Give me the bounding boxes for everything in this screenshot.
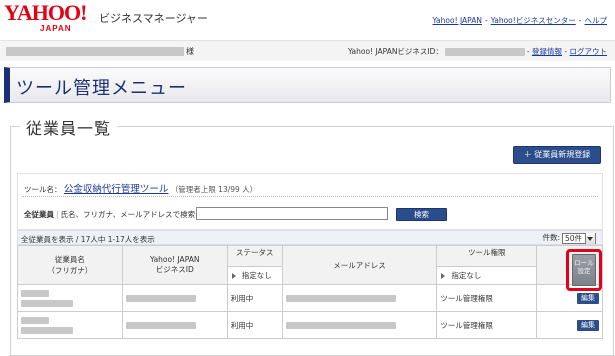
status-cell: 利用中 <box>226 284 283 312</box>
yahoo-japan-link[interactable]: Yahoo! JAPAN <box>433 16 482 25</box>
business-id-redacted <box>444 48 525 56</box>
permission-filter[interactable]: 指定なし <box>437 266 537 284</box>
business-id-redacted <box>121 311 228 339</box>
app-name: ビジネスマネージャー <box>99 12 208 25</box>
tool-search-box: ツール名： 公金収納代行管理ツール （管理者上限 13/99 人） 全従業員 | 氏… <box>17 173 603 230</box>
permission-cell: ツール管理権限 <box>436 284 538 312</box>
search-hint: 氏名、フリガナ、メールアドレスで検索 <box>60 210 196 219</box>
table-row: 利用中 ツール管理権限 編集 <box>17 284 603 312</box>
employee-name-redacted <box>17 311 123 339</box>
col-name: 従業員名 （フリガナ） <box>17 245 123 285</box>
triangle-right-icon <box>441 272 446 279</box>
add-employee-button[interactable]: ＋ 従業員新規登録 <box>513 146 601 164</box>
employee-table: 従業員名 （フリガナ） Yahoo! JAPAN ビジネスID ステータス 指定なし … <box>17 245 603 339</box>
employee-name-redacted <box>17 284 123 312</box>
search-input[interactable] <box>196 207 388 220</box>
per-page-select[interactable]: 50件 <box>562 232 596 244</box>
per-page-control: 件数: 50件 <box>542 232 596 244</box>
permission-cell: ツール管理権限 <box>436 311 538 339</box>
search-label: 全従業員 | 氏名、フリガナ、メールアドレスで検索 <box>24 210 196 219</box>
result-count-bar: 全従業員を表示 / 17人中 1-17人を表示 件数: 50件 <box>17 230 603 245</box>
email-redacted <box>281 311 438 339</box>
help-link[interactable]: ヘルプ <box>585 16 608 25</box>
status-cell: 利用中 <box>226 311 283 339</box>
header: YAHOO! JAPAN ビジネスマネージャー Yahoo! JAPAN - Yah… <box>0 0 615 38</box>
table-row: 利用中 ツール管理権限 編集 <box>17 311 603 339</box>
page-title-bar: ツール管理メニュー <box>4 67 611 103</box>
role-setting-button[interactable]: ロール 設定 <box>572 254 596 286</box>
result-count: 全従業員を表示 / 17人中 1-17人を表示 <box>21 235 155 244</box>
business-id-redacted <box>121 284 228 312</box>
tool-limit: （管理者上限 13/99 人） <box>170 185 258 194</box>
register-info-link[interactable]: 登録情報 <box>532 47 562 56</box>
email-redacted <box>281 284 438 312</box>
edit-button[interactable]: 編集 <box>577 319 599 331</box>
role-setting-highlight: ロール 設定 <box>566 249 602 291</box>
col-business-id: Yahoo! JAPAN ビジネスID <box>121 245 228 285</box>
status-filter[interactable]: 指定なし <box>227 266 282 284</box>
col-email: メールアドレス <box>281 245 438 285</box>
table-header-row: 従業員名 （フリガナ） Yahoo! JAPAN ビジネスID ステータス 指定なし … <box>17 245 603 285</box>
top-links: Yahoo! JAPAN - Yahoo!ビジネスセンター - ヘルプ <box>432 16 608 25</box>
tool-line: ツール名： 公金収納代行管理ツール （管理者上限 13/99 人） <box>24 181 257 195</box>
chevron-down-icon <box>587 236 593 241</box>
tool-name-link[interactable]: 公金収納代行管理ツール <box>64 184 169 195</box>
honorific: 様 <box>186 47 194 56</box>
section-title: 従業員一覧 <box>20 115 118 139</box>
triangle-right-icon <box>231 272 236 279</box>
col-status: ステータス 指定なし <box>226 245 283 285</box>
search-scope: 全従業員 <box>24 210 54 219</box>
user-name-redacted <box>6 47 184 56</box>
yahoo-japan-logo[interactable]: YAHOO! JAPAN <box>4 2 96 36</box>
col-permission: ツール権限 指定なし <box>436 245 538 285</box>
business-id-label: Yahoo! JAPANビジネスID： <box>347 47 443 56</box>
search-button[interactable]: 検索 <box>396 208 447 221</box>
page-title: ツール管理メニュー <box>16 78 187 99</box>
account-info: Yahoo! JAPANビジネスID： - 登録情報 - ログアウト <box>347 47 608 56</box>
logout-link[interactable]: ログアウト <box>570 47 608 56</box>
edit-button[interactable]: 編集 <box>577 292 599 304</box>
user-bar: 様 Yahoo! JAPANビジネスID： - 登録情報 - ログアウト <box>0 40 615 61</box>
tool-label: ツール名： <box>24 185 62 194</box>
business-center-link[interactable]: Yahoo!ビジネスセンター <box>491 16 576 25</box>
divider <box>22 196 598 197</box>
